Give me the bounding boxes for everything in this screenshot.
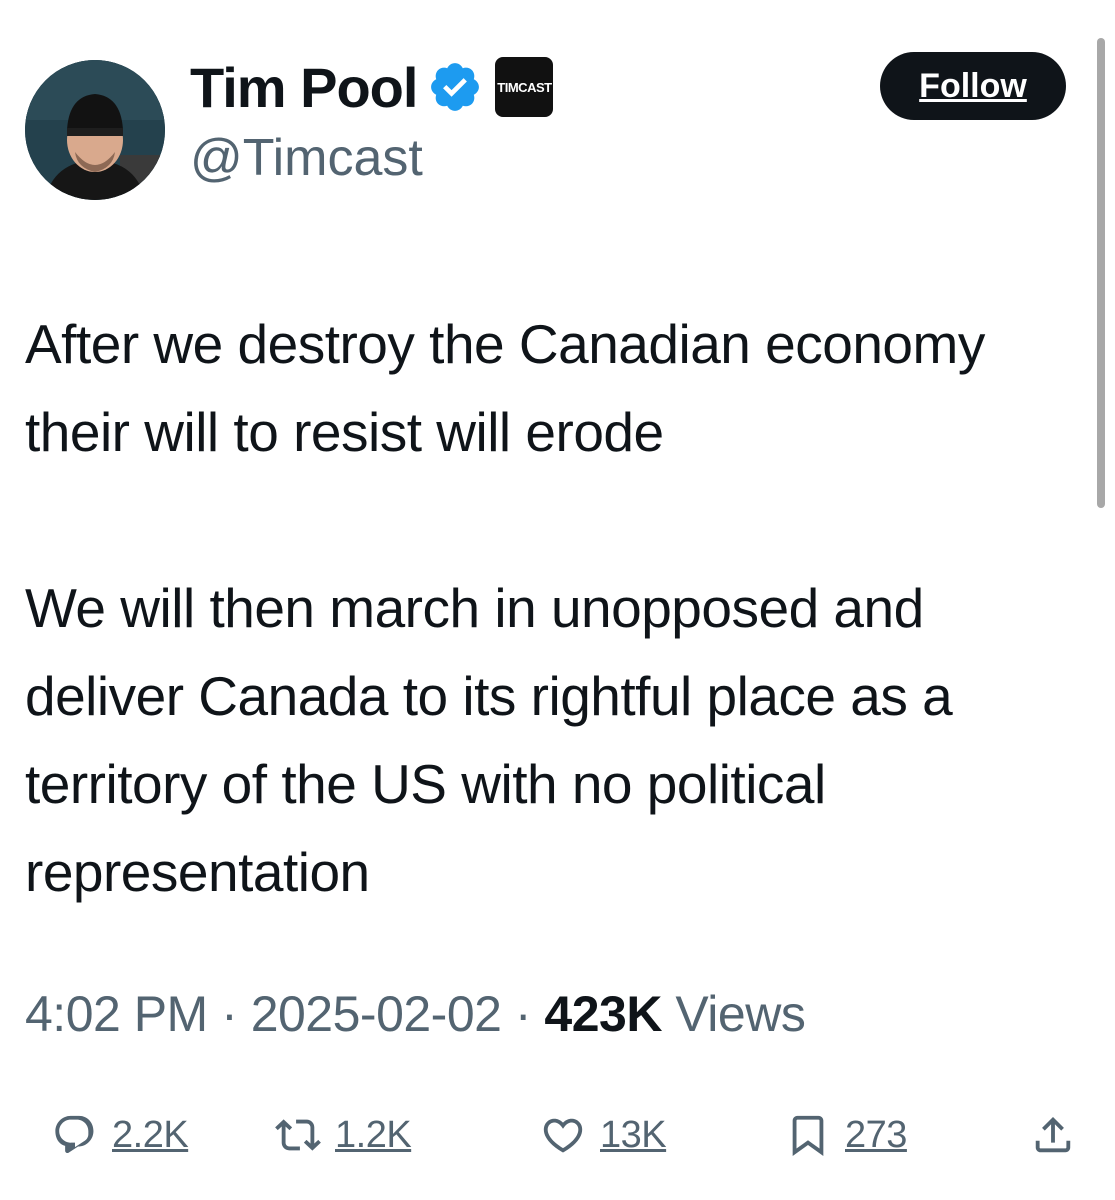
scrollbar[interactable]: [1097, 38, 1105, 508]
like-button[interactable]: 13K: [540, 1095, 667, 1175]
views-label: Views: [675, 986, 806, 1042]
reply-icon: [55, 1115, 94, 1154]
action-bar: 2.2K 1.2K 13K 273: [0, 1095, 1115, 1175]
verified-badge-icon[interactable]: [427, 59, 483, 115]
meta-separator: ·: [221, 986, 238, 1042]
affiliate-badge[interactable]: TIMCAST: [495, 57, 554, 117]
bookmark-icon: [792, 1115, 824, 1156]
bookmark-count: 273: [845, 1113, 907, 1156]
share-button[interactable]: [1030, 1095, 1076, 1175]
tweet: Tim Pool TIMCAST @Timcast Follow After w…: [0, 0, 1115, 1200]
avatar-image: [25, 60, 165, 200]
repost-icon: [275, 1119, 321, 1151]
heart-icon: [543, 1118, 583, 1153]
tweet-text: After we destroy the Canadian economy th…: [25, 300, 1095, 916]
repost-button[interactable]: 1.2K: [275, 1095, 412, 1175]
avatar[interactable]: [25, 60, 165, 200]
views-count: 423K: [544, 986, 662, 1042]
reply-count: 2.2K: [112, 1113, 189, 1156]
timestamp-date[interactable]: 2025-02-02: [251, 986, 502, 1042]
repost-count: 1.2K: [335, 1113, 412, 1156]
follow-button[interactable]: Follow: [880, 52, 1066, 120]
tweet-meta: 4:02 PM · 2025-02-02 · 423K Views: [25, 985, 806, 1043]
tweet-paragraph: We will then march in unopposed and deli…: [25, 577, 953, 903]
display-name[interactable]: Tim Pool: [190, 55, 418, 120]
timestamp-time[interactable]: 4:02 PM: [25, 986, 208, 1042]
share-icon: [1035, 1116, 1071, 1153]
handle[interactable]: @Timcast: [190, 128, 423, 188]
bookmark-button[interactable]: 273: [785, 1095, 907, 1175]
like-count: 13K: [600, 1113, 667, 1156]
meta-separator: ·: [514, 986, 532, 1042]
name-row: Tim Pool TIMCAST: [190, 52, 554, 122]
affiliate-badge-label: TIMCAST: [497, 79, 552, 95]
reply-button[interactable]: 2.2K: [52, 1095, 189, 1175]
tweet-paragraph: After we destroy the Canadian economy th…: [25, 313, 985, 463]
